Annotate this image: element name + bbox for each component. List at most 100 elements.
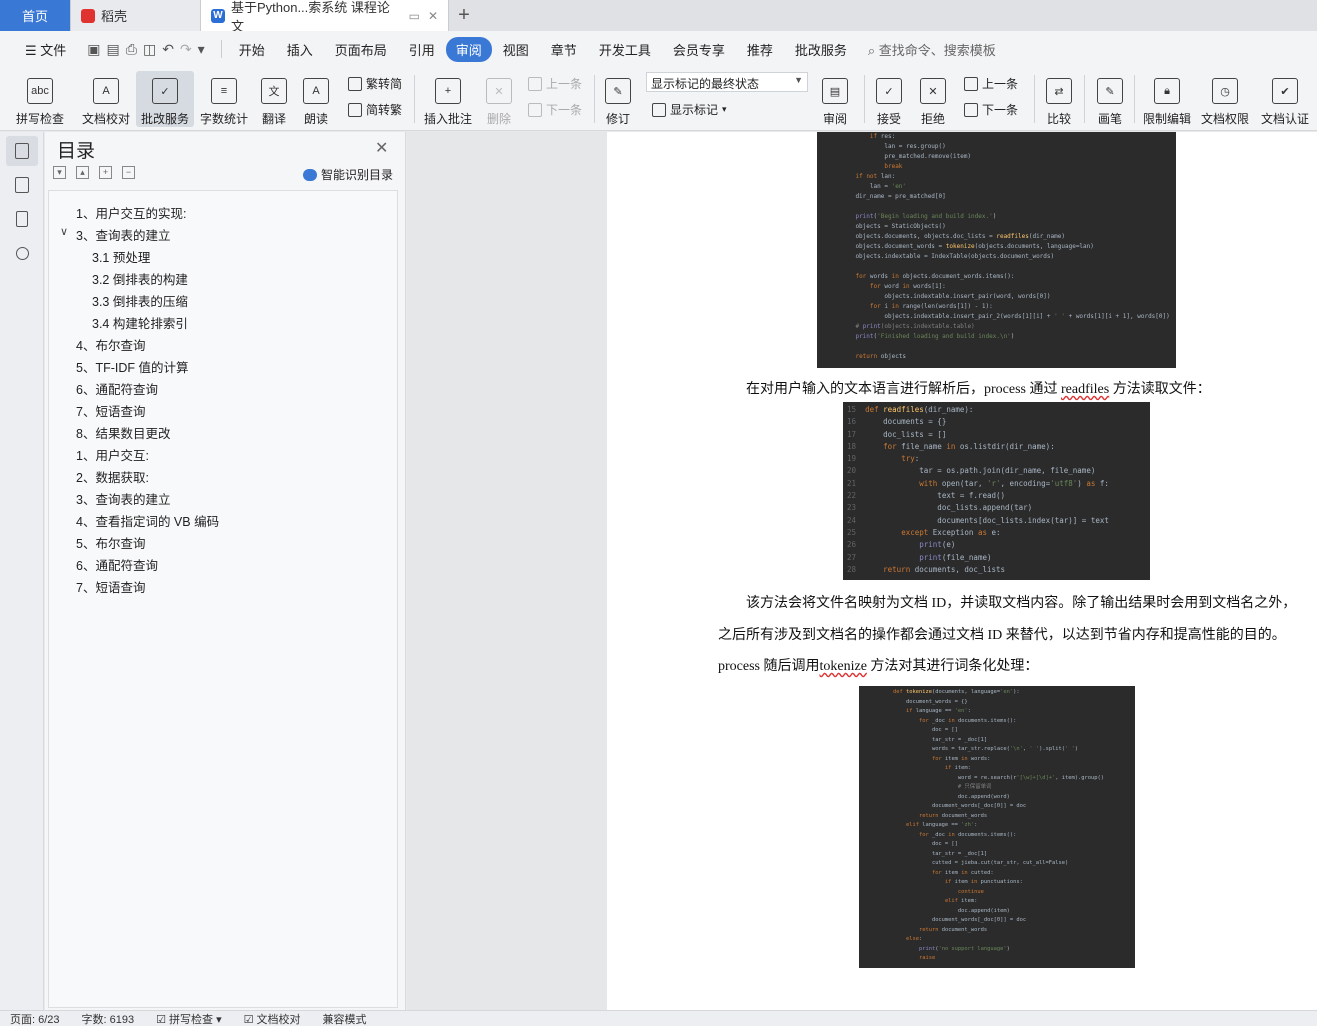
read-aloud-button[interactable]: A 朗读	[298, 71, 334, 127]
insert-comment-button[interactable]: + 插入批注	[422, 71, 474, 127]
tab-daoke[interactable]: 稻壳	[71, 0, 201, 31]
word-count-indicator[interactable]: 字数: 6193	[82, 1011, 135, 1026]
prev-change-button[interactable]: 上一条	[964, 75, 1018, 92]
review-service-label: 批改服务	[140, 112, 189, 126]
tab-home[interactable]: 首页	[0, 0, 71, 31]
menu-reference[interactable]: 引用	[398, 40, 446, 59]
menu-layout[interactable]: 页面布局	[324, 40, 398, 59]
file-menu[interactable]: ☰ 文件	[14, 40, 77, 59]
spell-check-toggle[interactable]: ☑ 拼写检查 ▾	[156, 1011, 222, 1026]
markup-state-select[interactable]: 显示标记的最终状态 ▼	[646, 72, 808, 92]
page-indicator[interactable]: 页面: 6/23	[10, 1011, 60, 1026]
menu-developer[interactable]: 开发工具	[588, 40, 662, 59]
search-icon: ⌕	[867, 42, 876, 58]
review-service-button[interactable]: ✓ 批改服务	[136, 71, 194, 127]
restrict-edit-button[interactable]: 🔒︎ 限制编辑	[1140, 71, 1194, 127]
simp-to-trad-button[interactable]: 简转繁	[348, 101, 402, 118]
toc-item[interactable]: 6、通配符查询	[76, 379, 158, 398]
toc-item[interactable]: 3、查询表的建立	[76, 489, 170, 508]
toc-item[interactable]: 3.1 预处理	[92, 247, 150, 266]
close-icon[interactable]: ✕	[375, 138, 388, 158]
smart-toc-button[interactable]: 智能识别目录	[303, 166, 393, 183]
command-search[interactable]: ⌕ 查找命令、搜索模板	[868, 40, 996, 59]
bookmark-button[interactable]	[6, 204, 38, 234]
doc-rights-button[interactable]: ◷ 文档权限	[1198, 71, 1252, 127]
toc-item[interactable]: 8、结果数目更改	[76, 423, 170, 442]
toc-item[interactable]: ∨ 3、查询表的建立	[60, 225, 170, 244]
toc-item[interactable]: 3.4 构建轮排索引	[92, 313, 188, 332]
next-change-button[interactable]: 下一条	[964, 101, 1018, 118]
code-line: # print(objects.indextable.table)	[855, 323, 975, 330]
toc-panel-button[interactable]	[6, 136, 38, 166]
toc-item[interactable]: 6、通配符查询	[76, 555, 158, 574]
chevron-down-icon: ▼	[794, 75, 803, 85]
code-line: doc = []	[893, 727, 958, 733]
pen-button[interactable]: ✎ 画笔	[1090, 71, 1130, 127]
chevron-down-icon[interactable]: ∨	[60, 225, 68, 238]
export-pdf-icon[interactable]: ▤	[107, 41, 120, 58]
menu-start[interactable]: 开始	[228, 40, 276, 59]
menu-recommend[interactable]: 推荐	[736, 40, 784, 59]
document-page[interactable]: if res: lan = res.group() pre_matched.re…	[607, 132, 1317, 1010]
collapse-all-icon[interactable]: ▾	[53, 166, 66, 179]
track-changes-button[interactable]: ✎ 修订	[600, 71, 636, 127]
toc-item[interactable]: 7、短语查询	[76, 577, 145, 596]
print-preview-icon[interactable]: ◫	[143, 41, 156, 58]
pen-label: 画笔	[1097, 112, 1122, 126]
customize-icon[interactable]: ▾	[198, 41, 205, 58]
redo-icon[interactable]: ↷	[180, 41, 192, 58]
toc-item[interactable]: 4、查看指定词的 VB 编码	[76, 511, 219, 530]
menu-view[interactable]: 视图	[492, 40, 540, 59]
translate-button[interactable]: 文翻译	[254, 71, 294, 127]
trad-to-simp-button[interactable]: 繁转简	[348, 75, 402, 92]
chapter-nav-button[interactable]	[6, 170, 38, 200]
track-changes-label: 修订	[605, 112, 630, 126]
toc-item[interactable]: 7、短语查询	[76, 401, 145, 420]
expand-all-icon[interactable]: ▴	[76, 166, 89, 179]
menu-review[interactable]: 审阅	[445, 36, 492, 62]
accept-button[interactable]: ✓ 接受	[870, 71, 908, 127]
add-heading-icon[interactable]: +	[99, 166, 112, 179]
delete-comment-button[interactable]: ✕ 删除	[480, 71, 518, 127]
code-line: for _doc in documents.items():	[918, 717, 1017, 724]
tab-home-label: 首页	[21, 9, 48, 24]
menu-chapter[interactable]: 章节	[540, 40, 588, 59]
toc-item[interactable]: 3.2 倒排表的构建	[92, 269, 188, 288]
undo-icon[interactable]: ↶	[162, 41, 174, 58]
spell-check-button[interactable]: abc 拼写检查	[8, 71, 72, 127]
pin-tab-icon[interactable]: ▭	[409, 9, 420, 23]
toc-item[interactable]: 4、布尔查询	[76, 335, 145, 354]
toc-item[interactable]: 5、布尔查询	[76, 533, 145, 552]
menu-insert[interactable]: 插入	[276, 40, 324, 59]
review-pane-button[interactable]: ▤ 审阅	[816, 71, 854, 127]
tab-document[interactable]: W 基于Python...索系统 课程论文 ▭ ✕	[201, 0, 449, 34]
menu-member[interactable]: 会员专享	[662, 40, 736, 59]
toc-item[interactable]: 5、TF-IDF 值的计算	[76, 357, 189, 376]
toc-item[interactable]: 1、用户交互的实现:	[76, 203, 186, 222]
find-button[interactable]	[6, 238, 38, 268]
print-icon[interactable]: ⎙	[126, 41, 137, 58]
new-tab-button[interactable]: +	[449, 0, 479, 31]
toc-item[interactable]: 1、用户交互:	[76, 445, 149, 464]
toc-item[interactable]: 3.3 倒排表的压缩	[92, 291, 188, 310]
close-tab-icon[interactable]: ✕	[428, 9, 438, 23]
prev-comment-button[interactable]: 上一条	[528, 75, 582, 92]
reject-button[interactable]: ✕ 拒绝	[914, 71, 952, 127]
doc-cert-button[interactable]: ✔ 文档认证	[1256, 71, 1314, 127]
toc-item[interactable]: 2、数据获取:	[76, 467, 149, 486]
proofread-toggle[interactable]: ☑ 文档校对	[244, 1011, 301, 1026]
menu-grading[interactable]: 批改服务	[784, 40, 858, 59]
paragraph-mapping-line1: 该方法会将文件名映射为文档 ID，并读取文档内容。除了输出结果时会用到文档名之外…	[746, 596, 1297, 611]
code-line: elif item:	[944, 898, 978, 904]
compare-button[interactable]: ⇄ 比较	[1040, 71, 1078, 127]
remove-heading-icon[interactable]: −	[122, 166, 135, 179]
code-line: # 只保留单词	[957, 784, 992, 790]
code-line: doc.append(item)	[893, 907, 1010, 914]
proofread-button[interactable]: A 文档校对	[78, 71, 134, 127]
document-canvas[interactable]: if res: lan = res.group() pre_matched.re…	[407, 132, 1317, 1010]
next-comment-icon	[528, 102, 542, 117]
show-markup-button[interactable]: 显示标记 ▾	[652, 101, 727, 118]
word-count-button[interactable]: ≡ 字数统计	[198, 71, 250, 127]
save-icon[interactable]: ▣	[87, 41, 100, 58]
next-comment-button[interactable]: 下一条	[528, 101, 582, 118]
